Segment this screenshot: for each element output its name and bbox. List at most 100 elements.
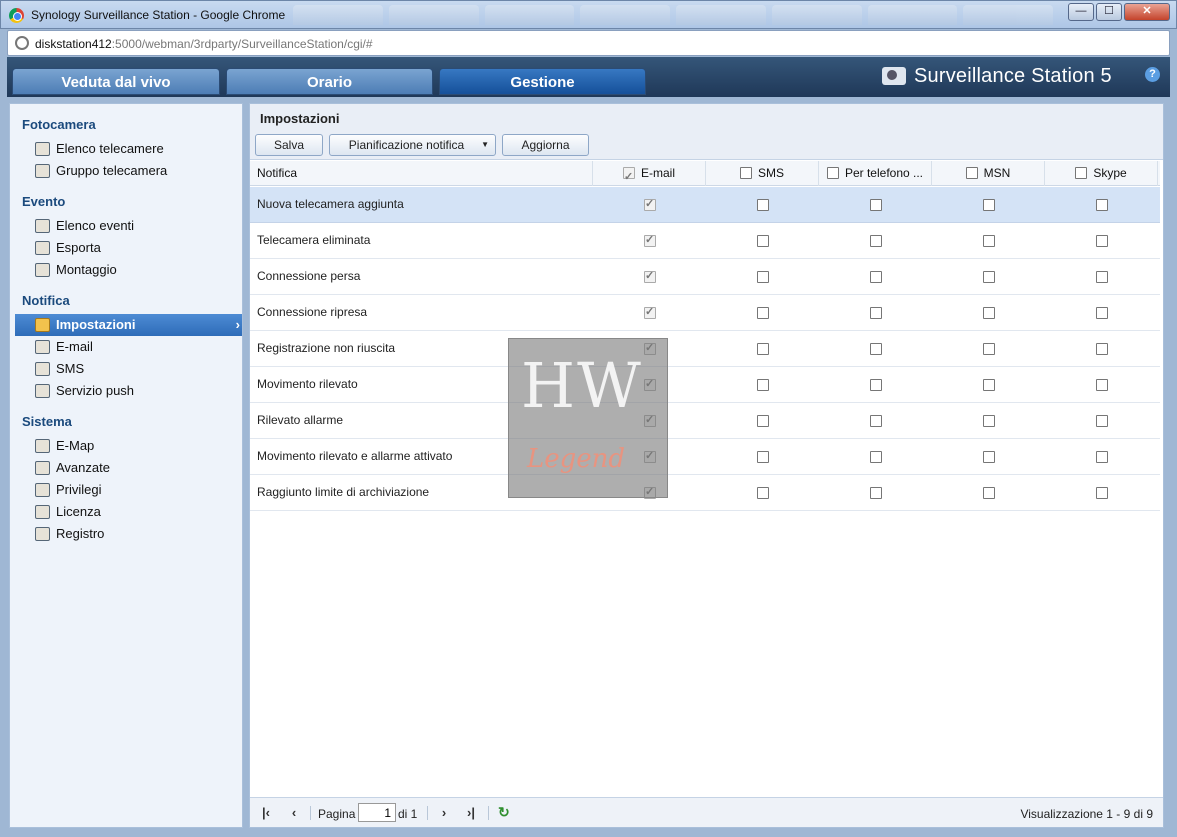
phone-checkbox[interactable]: [870, 487, 882, 499]
maximize-button[interactable]: ☐: [1096, 3, 1122, 21]
sidebar-item-sms[interactable]: SMS: [15, 358, 242, 380]
sidebar-item-privilegi[interactable]: Privilegi: [15, 479, 242, 501]
header-sms-checkbox[interactable]: [739, 167, 752, 179]
phone-checkbox[interactable]: [870, 199, 882, 211]
export-icon: [35, 241, 50, 255]
skype-checkbox[interactable]: [1096, 271, 1108, 283]
header-skype-checkbox[interactable]: [1075, 167, 1088, 179]
phone-checkbox[interactable]: [870, 451, 882, 463]
sms-checkbox[interactable]: [757, 271, 769, 283]
tab-live-view[interactable]: Veduta dal vivo: [12, 68, 220, 95]
skype-checkbox[interactable]: [1096, 451, 1108, 463]
previous-page-icon[interactable]: ‹: [285, 804, 303, 822]
skype-checkbox[interactable]: [1096, 487, 1108, 499]
skype-checkbox[interactable]: [1096, 307, 1108, 319]
close-button[interactable]: ✕: [1124, 3, 1170, 21]
column-header-email[interactable]: E-mail: [593, 161, 706, 190]
sidebar-item-email[interactable]: E-mail: [15, 336, 242, 358]
phone-checkbox[interactable]: [870, 343, 882, 355]
next-page-icon[interactable]: ›: [435, 804, 453, 822]
sidebar-item-impostazioni[interactable]: Impostazioni ›: [15, 314, 242, 336]
sidebar-item-gruppo-telecamera[interactable]: Gruppo telecamera: [15, 160, 242, 182]
skype-checkbox[interactable]: [1096, 379, 1108, 391]
table-row[interactable]: Registrazione non riuscita: [250, 331, 1160, 367]
email-checkbox[interactable]: [644, 197, 656, 211]
schedule-notification-button[interactable]: Pianificazione notifica ▼: [329, 134, 496, 156]
msn-checkbox[interactable]: [983, 307, 995, 319]
sidebar-item-label: Montaggio: [56, 262, 117, 277]
sidebar-item-registro[interactable]: Registro: [15, 523, 242, 545]
table-row[interactable]: Movimento rilevato: [250, 367, 1160, 403]
sidebar-item-servizio-push[interactable]: Servizio push: [15, 380, 242, 402]
save-button[interactable]: Salva: [255, 134, 323, 156]
tab-management[interactable]: Gestione: [439, 68, 646, 95]
email-checkbox[interactable]: [644, 305, 656, 319]
sidebar-item-elenco-eventi[interactable]: Elenco eventi: [15, 215, 242, 237]
msn-checkbox[interactable]: [983, 487, 995, 499]
sms-checkbox[interactable]: [757, 343, 769, 355]
row-label: Registrazione non riuscita: [257, 341, 396, 355]
column-header-phone[interactable]: Per telefono ...: [819, 161, 932, 186]
page-number-input[interactable]: [358, 803, 396, 822]
sms-checkbox[interactable]: [757, 307, 769, 319]
sms-checkbox[interactable]: [757, 235, 769, 247]
table-row[interactable]: Nuova telecamera aggiunta: [250, 187, 1160, 223]
skype-checkbox[interactable]: [1096, 343, 1108, 355]
sidebar-item-emap[interactable]: E-Map: [15, 435, 242, 457]
table-row[interactable]: Raggiunto limite di archiviazione: [250, 475, 1160, 511]
column-header-skype[interactable]: Skype: [1045, 161, 1158, 186]
skype-checkbox[interactable]: [1096, 199, 1108, 211]
phone-checkbox[interactable]: [870, 307, 882, 319]
help-icon[interactable]: ?: [1145, 67, 1160, 82]
msn-checkbox[interactable]: [983, 415, 995, 427]
header-msn-checkbox[interactable]: [965, 167, 978, 179]
watermark-logo: HW Legend: [508, 338, 668, 498]
phone-checkbox[interactable]: [870, 379, 882, 391]
sms-checkbox[interactable]: [757, 451, 769, 463]
email-checkbox[interactable]: [644, 233, 656, 247]
phone-checkbox[interactable]: [870, 271, 882, 283]
last-page-icon[interactable]: ›|: [462, 804, 480, 822]
row-label: Connessione ripresa: [257, 305, 368, 319]
column-header-sms[interactable]: SMS: [706, 161, 819, 186]
map-icon: [35, 439, 50, 453]
refresh-button[interactable]: Aggiorna: [502, 134, 589, 156]
sidebar-item-montaggio[interactable]: Montaggio: [15, 259, 242, 281]
skype-checkbox[interactable]: [1096, 415, 1108, 427]
skype-checkbox[interactable]: [1096, 235, 1108, 247]
sms-checkbox[interactable]: [757, 415, 769, 427]
address-bar[interactable]: diskstation412:5000/webman/3rdparty/Surv…: [7, 30, 1170, 56]
table-row[interactable]: Telecamera eliminata: [250, 223, 1160, 259]
header-email-checkbox[interactable]: [622, 165, 635, 190]
sidebar-item-licenza[interactable]: Licenza: [15, 501, 242, 523]
table-row[interactable]: Rilevato allarme: [250, 403, 1160, 439]
table-row[interactable]: Connessione ripresa: [250, 295, 1160, 331]
msn-checkbox[interactable]: [983, 199, 995, 211]
refresh-icon[interactable]: ↻: [498, 804, 510, 821]
minimize-button[interactable]: —: [1068, 3, 1094, 21]
msn-checkbox[interactable]: [983, 343, 995, 355]
users-icon: [35, 483, 50, 497]
header-phone-checkbox[interactable]: [826, 167, 839, 179]
msn-checkbox[interactable]: [983, 451, 995, 463]
table-row[interactable]: Connessione persa: [250, 259, 1160, 295]
first-page-icon[interactable]: |‹: [257, 804, 275, 822]
sms-checkbox[interactable]: [757, 487, 769, 499]
tab-schedule[interactable]: Orario: [226, 68, 433, 95]
sms-checkbox[interactable]: [757, 199, 769, 211]
url-text[interactable]: diskstation412:5000/webman/3rdparty/Surv…: [35, 37, 373, 51]
msn-checkbox[interactable]: [983, 235, 995, 247]
sidebar-item-avanzate[interactable]: Avanzate: [15, 457, 242, 479]
table-row[interactable]: Movimento rilevato e allarme attivato: [250, 439, 1160, 475]
sms-checkbox[interactable]: [757, 379, 769, 391]
sidebar-item-esporta[interactable]: Esporta: [15, 237, 242, 259]
email-checkbox[interactable]: [644, 269, 656, 283]
msn-checkbox[interactable]: [983, 271, 995, 283]
sidebar-item-label: Impostazioni: [56, 317, 136, 332]
phone-checkbox[interactable]: [870, 415, 882, 427]
msn-checkbox[interactable]: [983, 379, 995, 391]
phone-checkbox[interactable]: [870, 235, 882, 247]
sidebar-item-elenco-telecamere[interactable]: Elenco telecamere: [15, 138, 242, 160]
phone-sms-icon: [35, 362, 50, 376]
column-header-msn[interactable]: MSN: [932, 161, 1045, 186]
